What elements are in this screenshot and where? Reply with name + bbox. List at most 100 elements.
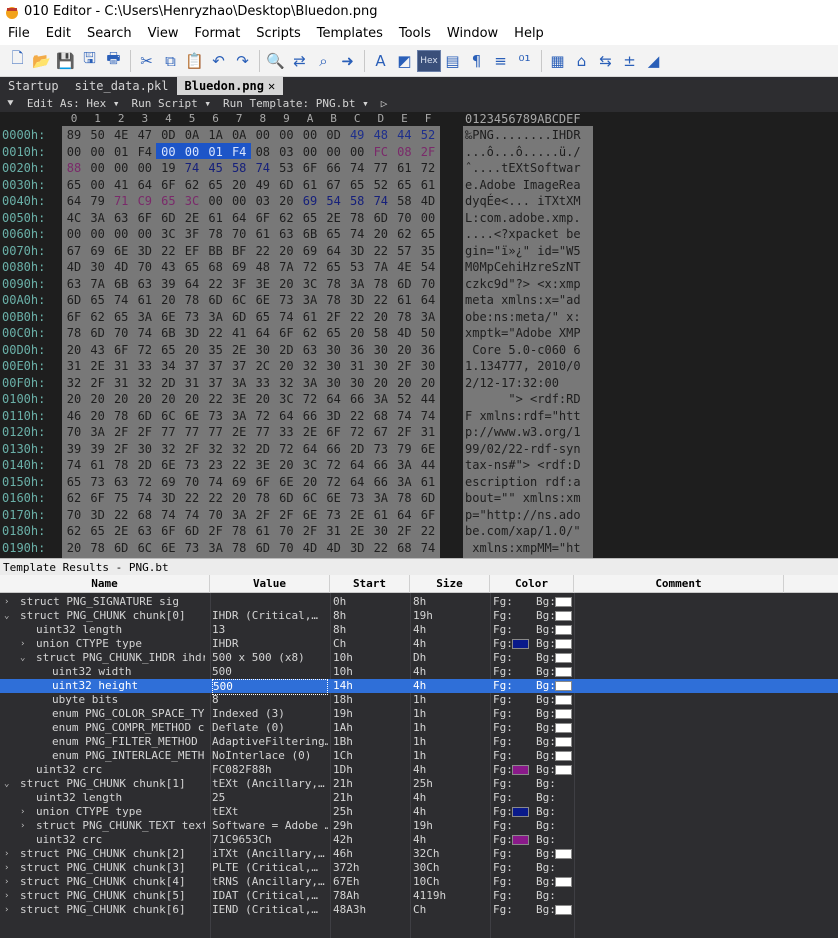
menu-help[interactable]: Help [506,23,552,45]
hex-byte[interactable]: 30 [369,341,393,359]
hex-byte[interactable]: 32 [62,374,86,392]
row-value[interactable]: 25 [212,791,328,805]
hex-byte[interactable]: 2F [298,522,322,540]
hex-byte[interactable]: 41 [227,324,251,342]
hex-byte[interactable]: 2D [274,341,298,359]
hex-byte[interactable]: 30 [416,357,440,375]
hex-byte[interactable]: 69 [86,242,110,260]
ascii-text[interactable]: p="http://ns.ado [465,506,581,524]
bg-color-swatch[interactable] [555,905,572,915]
hex-byte[interactable]: 74 [369,192,393,210]
template-row[interactable]: ⌄ struct PNG_CHUNK chunk[0] IHDR (Critical… [0,609,838,623]
fg-color-swatch[interactable] [512,639,529,649]
hex-byte[interactable]: 3D [345,242,369,260]
hex-byte[interactable]: 74 [156,506,180,524]
hex-byte[interactable]: 52 [392,390,416,408]
row-value[interactable]: tEXt (Ancillary,… [212,777,328,791]
hex-byte[interactable]: 3C [298,275,322,293]
compare-icon[interactable]: ± [618,49,641,73]
hex-byte[interactable]: 20 [62,539,86,557]
run-template-dropdown[interactable]: Run Template: PNG.bt ▾ [223,95,369,112]
hex-byte[interactable]: 70 [274,522,298,540]
menu-scripts[interactable]: Scripts [248,23,308,45]
tab-bluedon-png[interactable]: Bluedon.png ✕ [176,77,284,95]
hex-byte[interactable]: 3A [227,407,251,425]
hex-byte[interactable]: 2F [392,522,416,540]
collapse-icon[interactable]: ⌄ [4,777,9,791]
binary-icon[interactable]: ⁰¹ [513,49,536,73]
hex-byte[interactable]: 72 [133,341,157,359]
hex-byte[interactable]: 74 [204,473,228,491]
hex-byte[interactable]: 66 [345,390,369,408]
hex-byte[interactable]: 6D [62,291,86,309]
fg-color-swatch[interactable] [512,765,529,775]
hex-byte[interactable]: 65 [86,291,110,309]
ascii-text[interactable]: obe:ns:meta/" x: [465,308,581,326]
menu-view[interactable]: View [140,23,187,45]
template-row[interactable]: › struct PNG_CHUNK chunk[4] tRNS (Ancillar… [0,875,838,889]
hex-byte[interactable]: 20 [133,390,157,408]
hex-byte[interactable]: 22 [345,308,369,326]
hex-byte[interactable]: 77 [369,159,393,177]
hex-byte[interactable]: 41 [109,176,133,194]
hex-byte[interactable]: 6D [156,209,180,227]
hex-toggle-button[interactable]: Hex [417,49,441,72]
hex-byte[interactable]: 68 [204,258,228,276]
template-row[interactable]: › union CTYPE type IHDR Ch 4h Fg: Bg: [0,637,838,651]
pilcrow-icon[interactable]: ¶ [465,49,488,73]
hex-byte[interactable]: 53 [345,258,369,276]
hex-byte[interactable]: 3A [369,390,393,408]
ascii-text[interactable]: F xmlns:rdf="htt [465,407,581,425]
hex-byte[interactable]: 00 [274,126,298,144]
hex-byte[interactable]: 00 [298,143,322,161]
hex-byte[interactable]: 00 [298,126,322,144]
hex-byte[interactable]: 65 [62,176,86,194]
hex-byte[interactable]: 2E [86,357,110,375]
hex-byte[interactable]: 00 [109,225,133,243]
hex-byte[interactable]: 31 [416,423,440,441]
hex-byte[interactable]: 61 [204,209,228,227]
hex-byte[interactable]: 67 [322,176,346,194]
hex-byte[interactable]: 19 [156,159,180,177]
hex-byte[interactable]: 74 [416,407,440,425]
hex-byte[interactable]: 2F [392,357,416,375]
hex-byte[interactable]: 6F [251,473,275,491]
hex-byte[interactable]: 62 [392,225,416,243]
hex-byte[interactable]: 70 [109,324,133,342]
hex-byte[interactable]: 74 [62,456,86,474]
template-row[interactable]: uint32 length 13 8h 4h Fg: Bg: [0,623,838,637]
hex-byte[interactable]: 57 [392,242,416,260]
hex-byte[interactable]: 00 [86,176,110,194]
row-value[interactable]: FC082F88h [212,763,328,777]
hex-byte[interactable]: 35 [204,341,228,359]
hex-byte[interactable]: 74 [416,539,440,557]
ascii-text[interactable]: Core 5.0-c060 6 [465,341,580,359]
hex-byte[interactable]: 3C [274,390,298,408]
collapse-icon[interactable]: ⌄ [20,651,25,665]
hex-byte[interactable]: 61 [369,506,393,524]
hex-byte[interactable]: 74 [133,324,157,342]
row-value[interactable]: PLTE (Critical,… [212,861,328,875]
new-file-icon[interactable]: 🗋 [6,49,29,73]
template-row[interactable]: uint32 height 500 14h 4h Fg: Bg: [0,679,838,695]
column-color[interactable]: Color [490,575,574,593]
hex-byte[interactable]: 64 [416,291,440,309]
hex-byte[interactable]: 71 [109,192,133,210]
hex-byte[interactable]: 00 [416,209,440,227]
hex-byte[interactable]: 37 [227,357,251,375]
hex-byte[interactable]: 33 [251,374,275,392]
hex-byte[interactable]: 32 [227,440,251,458]
hex-byte[interactable]: 67 [62,242,86,260]
hex-byte[interactable]: 73 [345,489,369,507]
hex-byte[interactable]: 64 [298,440,322,458]
bg-color-swatch[interactable] [555,597,572,607]
hex-byte[interactable]: 64 [227,209,251,227]
row-value[interactable]: IHDR [212,637,328,651]
bg-color-swatch[interactable] [555,849,572,859]
row-value[interactable]: NoInterlace (0) [212,749,328,763]
hex-byte[interactable]: 20 [345,324,369,342]
hex-byte[interactable]: 72 [416,159,440,177]
hex-byte[interactable]: 65 [156,341,180,359]
hex-byte[interactable]: 6D [274,489,298,507]
hex-byte[interactable]: 64 [345,456,369,474]
